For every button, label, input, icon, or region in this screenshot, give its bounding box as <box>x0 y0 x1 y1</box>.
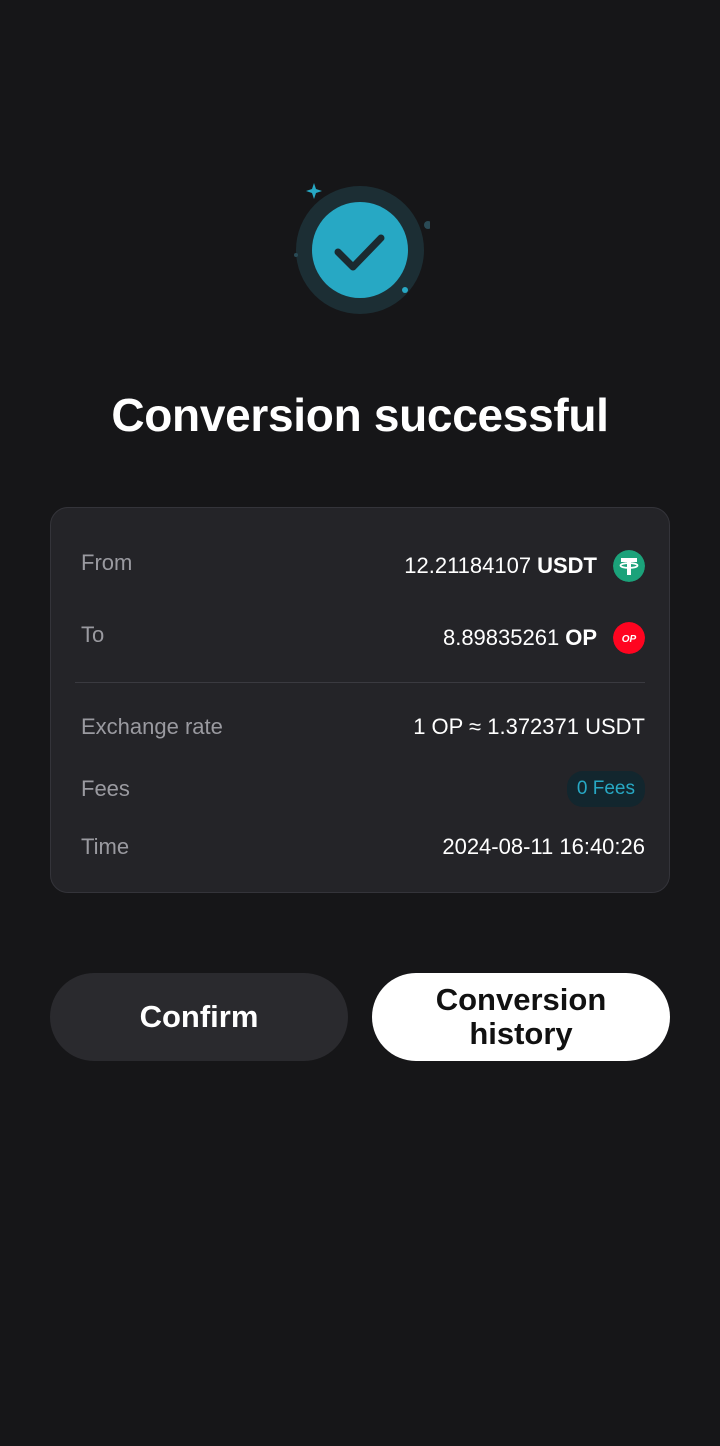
fees-label: Fees <box>81 776 130 801</box>
exchange-rate-label: Exchange rate <box>81 714 223 739</box>
divider <box>75 682 645 683</box>
exchange-rate-row: Exchange rate 1 OP ≈ 1.372371 USDT <box>81 714 645 740</box>
op-icon: OP <box>613 622 645 654</box>
confirm-button[interactable]: Confirm <box>50 973 348 1061</box>
conversion-details-card: From 12.21184107 USDT To 8.89835261 OP O… <box>50 507 670 893</box>
success-check-icon <box>294 183 430 314</box>
from-row: From 12.21184107 USDT <box>81 544 645 582</box>
from-label: From <box>81 550 133 575</box>
page-title: Conversion successful <box>111 389 609 441</box>
from-amount: 12.21184107 <box>404 553 532 578</box>
conversion-success-screen: Conversion successful From 12.21184107 U… <box>0 0 720 1446</box>
to-label: To <box>81 622 105 647</box>
from-value: 12.21184107 USDT <box>404 550 645 582</box>
fees-row: Fees 0 Fees <box>81 771 645 807</box>
usdt-icon <box>613 550 645 582</box>
fees-badge: 0 Fees <box>566 771 645 807</box>
time-label: Time <box>81 834 130 859</box>
time-value: 2024-08-11 16:40:26 <box>442 834 645 859</box>
from-unit: USDT <box>537 553 597 578</box>
to-unit: OP <box>565 625 597 650</box>
conversion-history-button[interactable]: Conversion history <box>372 973 670 1061</box>
to-value: 8.89835261 OP OP <box>443 622 645 654</box>
exchange-rate-value: 1 OP ≈ 1.372371 USDT <box>413 714 645 739</box>
to-row: To 8.89835261 OP OP <box>81 616 645 654</box>
time-row: Time 2024-08-11 16:40:26 <box>81 834 645 860</box>
to-amount: 8.89835261 <box>442 625 560 650</box>
op-icon-text: OP <box>622 634 637 645</box>
